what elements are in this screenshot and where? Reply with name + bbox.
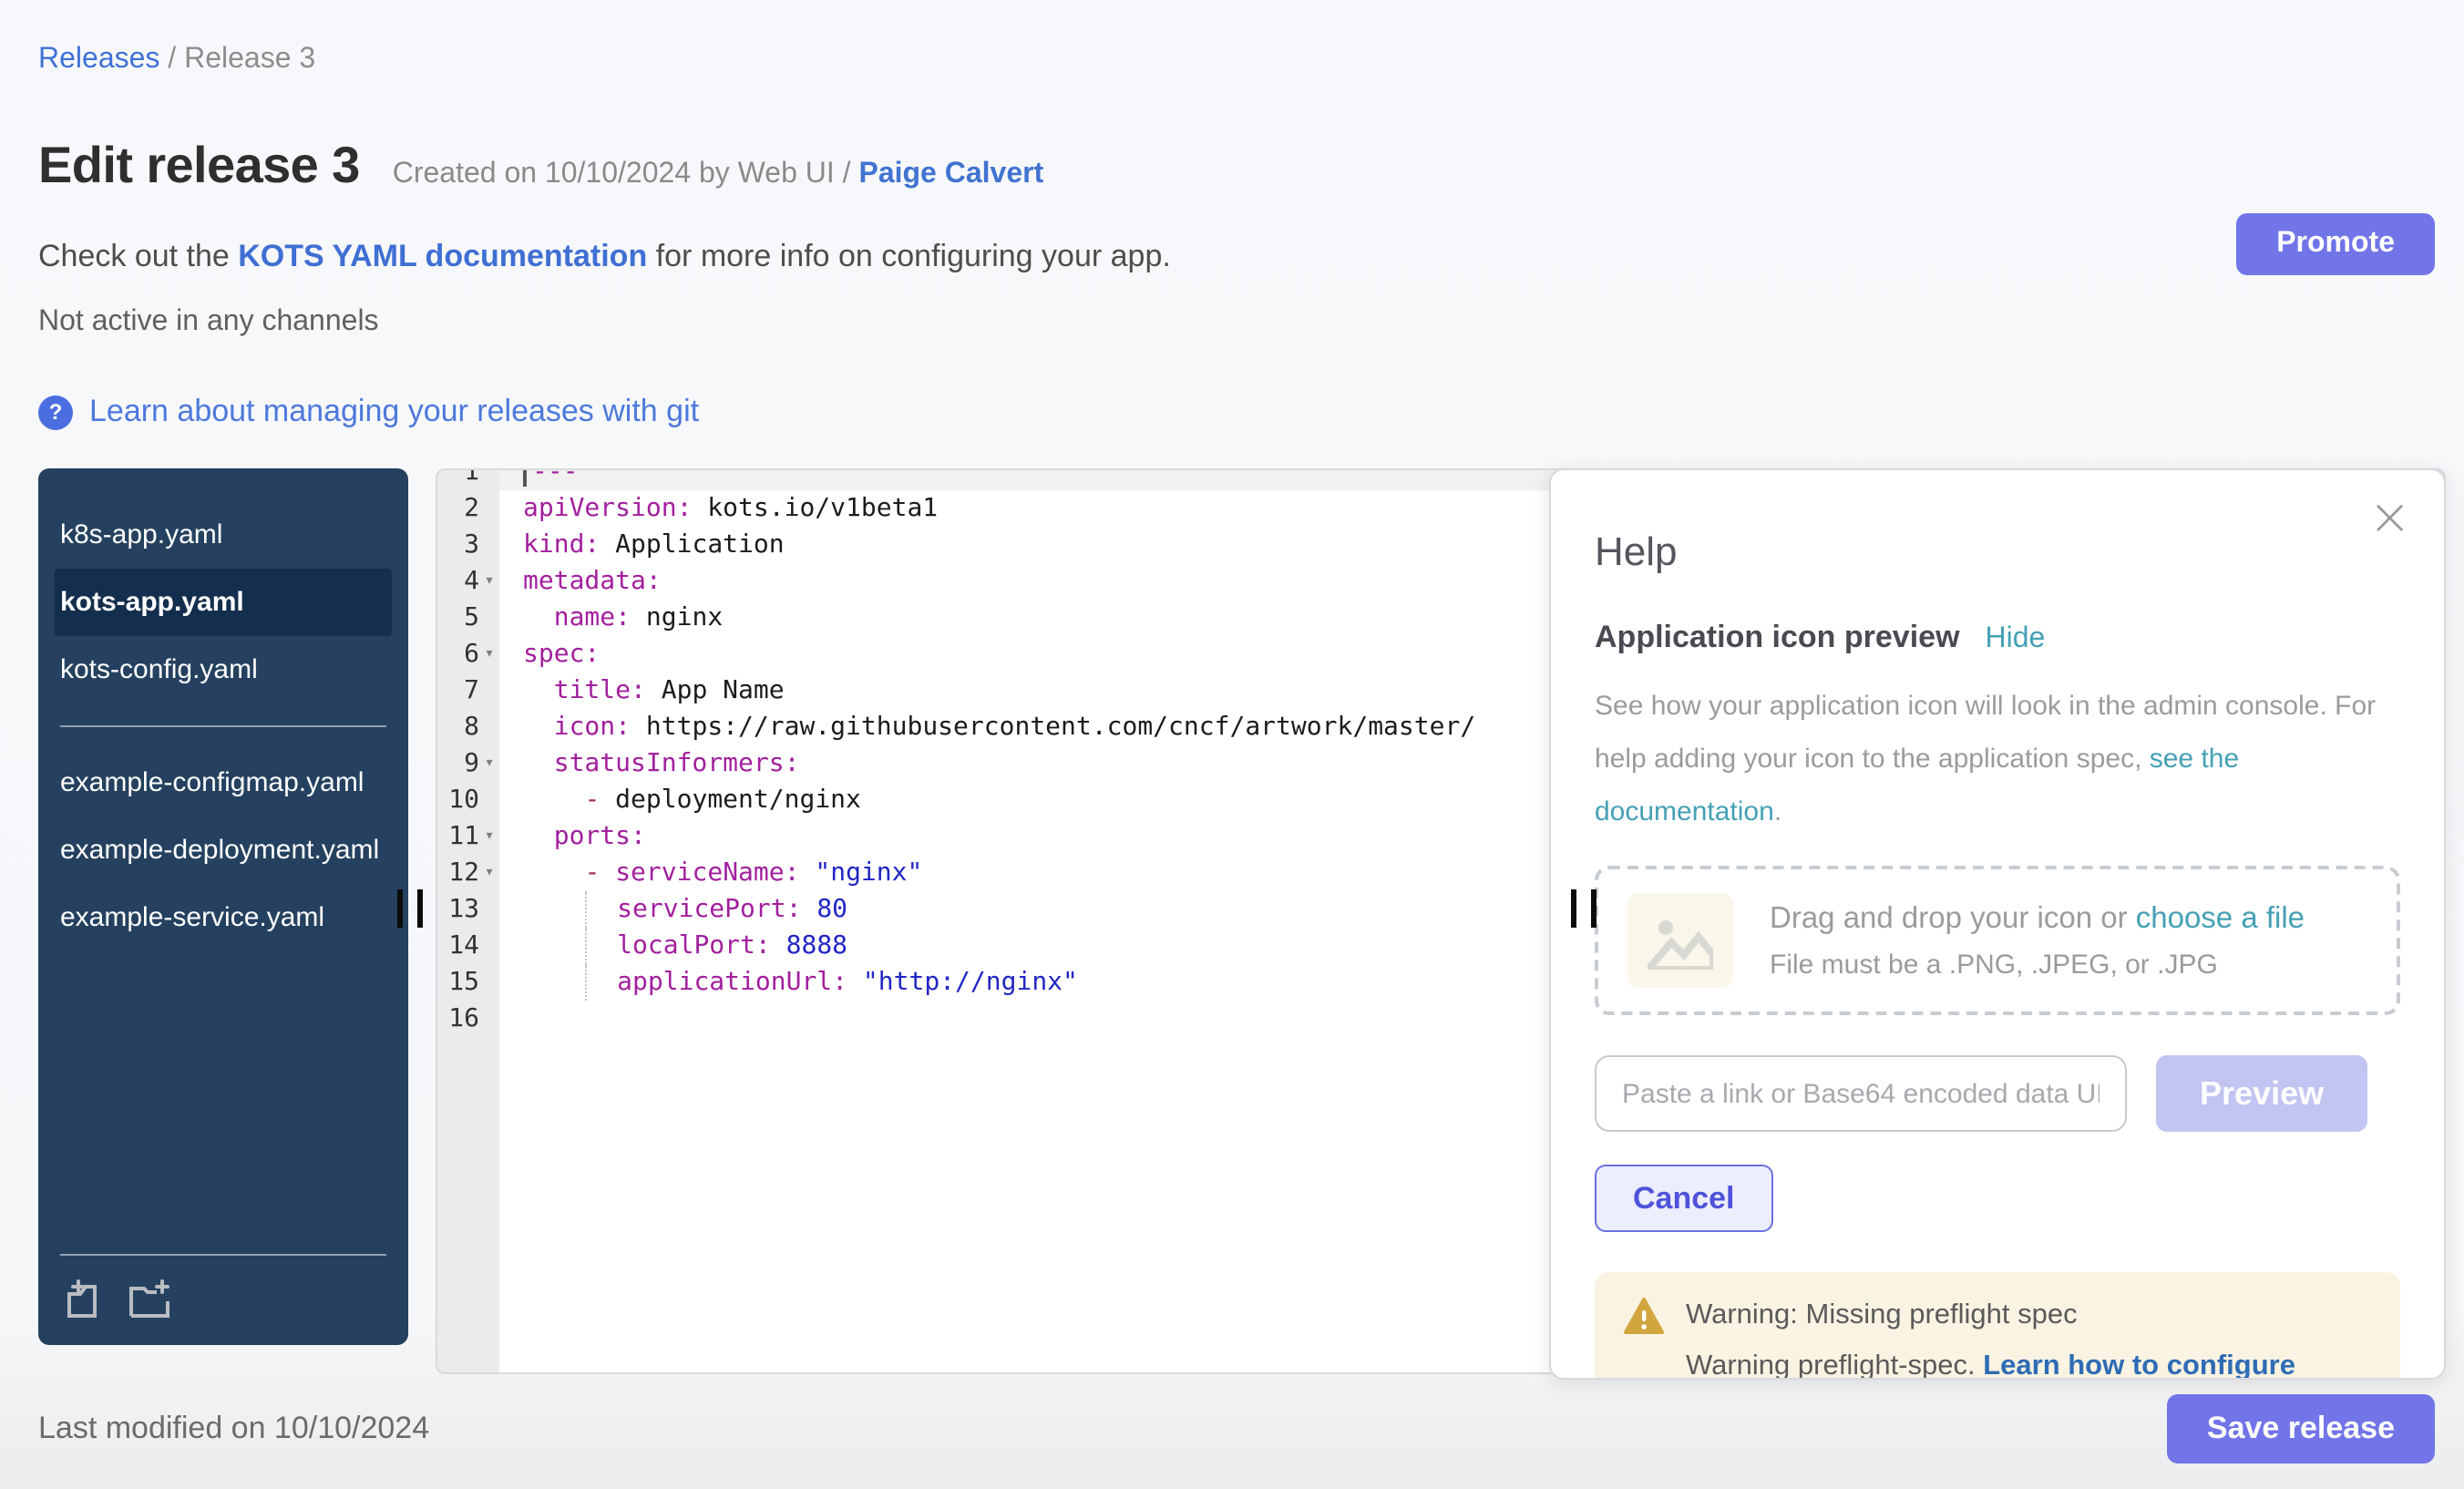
sidebar-icons — [38, 1256, 408, 1323]
file-sidebar: k8s-app.yamlkots-app.yamlkots-config.yam… — [38, 468, 408, 1345]
last-modified-text: Last modified on 10/10/2024 — [38, 1411, 429, 1447]
preview-button[interactable]: Preview — [2156, 1055, 2367, 1132]
dropzone-text-before: Drag and drop your icon or — [1770, 901, 2136, 934]
help-panel: × Help Application icon preview Hide See… — [1549, 468, 2446, 1380]
fold-arrow-icon[interactable]: ▾ — [479, 745, 499, 782]
channel-status-text: Not active in any channels — [0, 275, 2464, 339]
gutter-line-number: 6▾ — [437, 636, 499, 673]
sidebar-resize-handle[interactable] — [397, 889, 423, 928]
gutter-line-number: 9▾ — [437, 745, 499, 782]
help-panel-resize-handle[interactable] — [1571, 889, 1596, 928]
gutter-line-number: 13 — [437, 891, 499, 928]
icon-dropzone[interactable]: Drag and drop your icon or choose a file… — [1595, 866, 2400, 1015]
git-releases-link[interactable]: Learn about managing your releases with … — [89, 394, 699, 430]
gutter-line-number: 8 — [437, 709, 499, 745]
breadcrumb-current: Release 3 — [184, 44, 315, 75]
gutter-line-number: 15 — [437, 964, 499, 1001]
image-placeholder-icon — [1627, 893, 1733, 988]
fold-arrow-icon[interactable]: ▾ — [479, 855, 499, 891]
warning-line2-text: Warning preflight-spec. — [1686, 1350, 1983, 1380]
question-circle-icon: ? — [38, 395, 73, 429]
warning-title: Warning: Missing preflight spec — [1686, 1299, 2078, 1332]
breadcrumb-separator: / — [159, 44, 184, 75]
help-description: See how your application icon will look … — [1595, 680, 2386, 838]
gutter-line-number: 1 — [437, 468, 499, 490]
close-icon[interactable]: × — [2368, 492, 2411, 543]
gutter-line-number: 2 — [437, 490, 499, 527]
file-list-divider — [60, 725, 386, 727]
doc-text-after: for more info on configuring your app. — [647, 239, 1171, 273]
doc-text-before: Check out the — [38, 239, 238, 273]
warning-line1: Warning: Missing preflight spec — [1624, 1298, 2371, 1334]
author-link[interactable]: Paige Calvert — [858, 159, 1043, 190]
dropzone-subtext: File must be a .PNG, .JPEG, or .JPG — [1770, 949, 2305, 980]
icon-link-row: Preview — [1595, 1055, 2400, 1132]
text-cursor — [523, 468, 527, 486]
gutter-line-number: 14 — [437, 928, 499, 964]
fold-arrow-icon[interactable]: ▾ — [479, 636, 499, 673]
gutter-line-number: 12▾ — [437, 855, 499, 891]
gutter-line-number: 11▾ — [437, 818, 499, 855]
promote-button[interactable]: Promote — [2236, 213, 2435, 275]
add-file-icon[interactable] — [64, 1279, 102, 1320]
file-item-k8s-app.yaml[interactable]: k8s-app.yaml — [55, 501, 392, 569]
file-item-example-deployment.yaml[interactable]: example-deployment.yaml — [55, 816, 392, 884]
gutter-line-number: 3 — [437, 527, 499, 563]
title-row: Edit release 3 Created on 10/10/2024 by … — [0, 77, 2464, 195]
sidebar-bottom — [38, 1254, 408, 1323]
file-list: k8s-app.yamlkots-app.yamlkots-config.yam… — [38, 468, 408, 951]
created-info: Created on 10/10/2024 by Web UI / Paige … — [393, 159, 1044, 191]
help-title: Help — [1595, 529, 2400, 576]
help-section-header: Application icon preview Hide — [1595, 620, 2400, 656]
main-region: k8s-app.yamlkots-app.yamlkots-config.yam… — [38, 468, 2446, 1380]
learn-configure-link[interactable]: Learn how to configure — [1983, 1350, 2295, 1380]
kots-yaml-doc-link[interactable]: KOTS YAML documentation — [238, 239, 647, 273]
gutter-line-number: 16 — [437, 1001, 499, 1037]
file-item-example-service.yaml[interactable]: example-service.yaml — [55, 884, 392, 951]
git-help-row: ? Learn about managing your releases wit… — [0, 339, 2464, 430]
cancel-button[interactable]: Cancel — [1595, 1165, 1773, 1232]
gutter-line-number: 4▾ — [437, 563, 499, 600]
page-title: Edit release 3 — [38, 137, 360, 195]
doc-row: Check out the KOTS YAML documentation fo… — [0, 195, 2464, 275]
fold-arrow-icon[interactable]: ▾ — [479, 818, 499, 855]
icon-preview-title: Application icon preview — [1595, 620, 1960, 656]
warning-triangle-icon — [1624, 1298, 1664, 1334]
help-description-text: See how your application icon will look … — [1595, 691, 2376, 775]
edit-release-page: Releases / Release 3 Edit release 3 Crea… — [0, 0, 2464, 1489]
gutter-line-number: 5 — [437, 600, 499, 636]
icon-url-input[interactable] — [1595, 1055, 2127, 1132]
add-folder-icon[interactable] — [128, 1279, 173, 1320]
breadcrumb-releases-link[interactable]: Releases — [38, 44, 159, 75]
file-item-example-configmap.yaml[interactable]: example-configmap.yaml — [55, 749, 392, 816]
warning-box: Warning: Missing preflight spec Warning … — [1595, 1272, 2400, 1380]
dropzone-text: Drag and drop your icon or choose a file… — [1770, 901, 2305, 980]
file-item-kots-config.yaml[interactable]: kots-config.yaml — [55, 636, 392, 703]
file-item-kots-app.yaml[interactable]: kots-app.yaml — [55, 569, 392, 636]
gutter-line-number: 7 — [437, 673, 499, 709]
fold-arrow-icon[interactable]: ▾ — [479, 563, 499, 600]
breadcrumb: Releases / Release 3 — [0, 0, 2464, 77]
help-description-period: . — [1774, 796, 1781, 827]
created-text: Created on 10/10/2024 by Web UI / — [393, 159, 859, 190]
gutter-line-number: 10 — [437, 782, 499, 818]
choose-file-link[interactable]: choose a file — [2136, 901, 2305, 934]
save-release-button[interactable]: Save release — [2167, 1394, 2435, 1463]
warning-line2: Warning preflight-spec. Learn how to con… — [1686, 1350, 2371, 1380]
footer: Last modified on 10/10/2024 Save release — [38, 1394, 2435, 1463]
hide-link[interactable]: Hide — [1986, 623, 2046, 656]
